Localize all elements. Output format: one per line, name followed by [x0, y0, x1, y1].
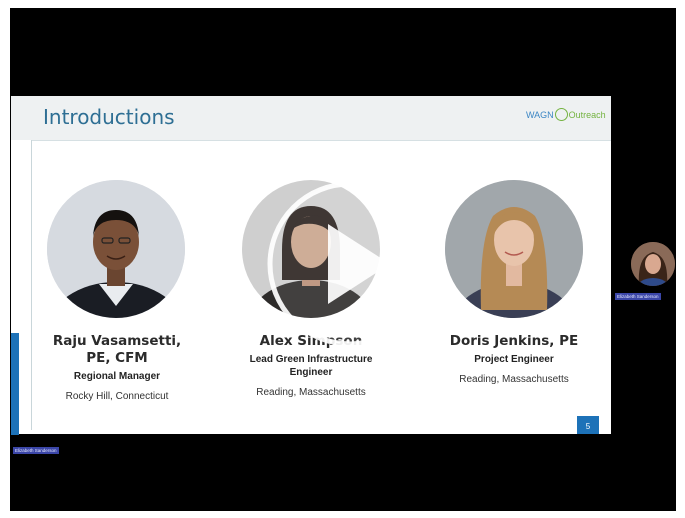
person-photo-icon	[47, 180, 185, 318]
person-photo-doris	[445, 180, 583, 318]
person-role: Regional Manager	[73, 371, 161, 382]
person-location: Reading, Massachusetts	[256, 387, 366, 398]
person-role: Lead Green Infrastructure Engineer	[249, 354, 373, 378]
person-card-doris: Doris Jenkins, PE Project Engineer Readi…	[440, 333, 588, 386]
company-logo: WAGN Outreach	[526, 108, 606, 122]
slide-number: 5	[577, 416, 599, 434]
person-photo-raju	[47, 180, 185, 318]
person-role: Project Engineer	[474, 354, 554, 365]
left-divider	[31, 140, 32, 430]
remote-participant-tag: Elizabeth Sanderson	[615, 293, 661, 300]
participant-avatar-icon	[631, 242, 675, 286]
person-location: Reading, Massachusetts	[459, 374, 569, 385]
person-name: Raju Vasamsetti,	[52, 333, 182, 349]
person-card-raju: Raju Vasamsetti, PE, CFM Regional Manage…	[47, 333, 187, 403]
person-location: Rocky Hill, Connecticut	[65, 391, 169, 402]
person-photo-icon	[445, 180, 583, 318]
logo-right-text: Outreach	[568, 109, 606, 120]
play-icon[interactable]	[262, 176, 438, 352]
accent-bar	[11, 333, 19, 435]
remote-participant-video[interactable]	[631, 242, 675, 286]
logo-left-text: WAGN	[526, 109, 554, 120]
slide-title: Introductions	[43, 105, 175, 129]
header-divider	[31, 140, 611, 141]
local-participant-tag: Elizabeth Sanderson	[13, 447, 59, 454]
person-name-suffix: PE, CFM	[86, 350, 148, 366]
person-name: Doris Jenkins, PE	[449, 333, 579, 349]
logo-mark-icon	[554, 108, 568, 121]
